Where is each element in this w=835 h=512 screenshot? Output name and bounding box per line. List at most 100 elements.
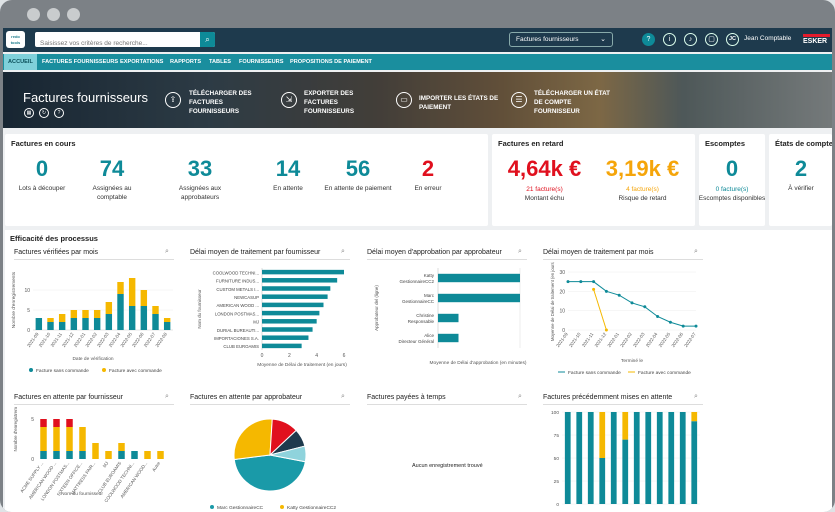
bar [262, 335, 309, 340]
window-dot[interactable] [47, 8, 60, 21]
bar [66, 419, 73, 427]
kpi-label: Montant échu [524, 194, 565, 202]
search-input[interactable] [35, 36, 200, 51]
bar [438, 293, 520, 303]
nav-accueil[interactable]: ACCUEIL [4, 54, 37, 70]
kpi-erreur[interactable]: 2 En erreur [393, 156, 463, 194]
export-icon[interactable]: ⇲ [281, 92, 297, 108]
kpi-en-attente[interactable]: 14 En attente [253, 156, 323, 194]
x-axis-label: Nom du fournisseur [61, 491, 103, 497]
action-export-invoices[interactable]: EXPORTER DES FACTURES FOURNISSEURS [304, 89, 354, 116]
bar [105, 314, 113, 330]
bar [262, 269, 344, 275]
divider [367, 404, 527, 405]
kpi-label: Assignées aux approbateurs [178, 185, 222, 201]
kpi-value: 3,19k € [605, 156, 680, 181]
y-tick-label: Alice [424, 333, 434, 338]
nav-rapports[interactable]: RAPPORTS [166, 54, 205, 70]
y-axis-label: Nombre d'enregistrements [11, 271, 17, 328]
kpi-comptable[interactable]: 74 Assignées au comptable [77, 156, 147, 202]
y-tick-label: CLUB EUROAMIS [223, 344, 259, 349]
series-line [593, 289, 607, 331]
bar [40, 451, 47, 459]
top-bar: redo tools ⌕ Factures fournisseurs⌄ ? i … [3, 28, 832, 52]
view-select[interactable]: Factures fournisseurs ⌄ [509, 32, 613, 47]
y-tick-label: Christine [416, 313, 434, 318]
y-tick-label: NEWCASUP [234, 295, 259, 300]
bar [79, 451, 86, 459]
divider [190, 404, 350, 405]
browser-frame: redo tools ⌕ Factures fournisseurs⌄ ? i … [0, 0, 835, 512]
y-tick-label: LONDON POSTMAS... [215, 311, 259, 316]
kpi-value: 33 [187, 156, 213, 181]
avatar[interactable]: JC [726, 33, 739, 46]
data-point [643, 305, 647, 309]
payment-icon[interactable]: ▭ [396, 92, 412, 108]
nav-propositions-paiement[interactable]: PROPOSITIONS DE PAIEMENT [286, 54, 376, 70]
kpi-paiement[interactable]: 56 En attente de paiement [323, 156, 393, 194]
y-tick-label: 100 [551, 410, 559, 416]
x-axis-label: Moyenne de Délai d'approbation (en minut… [430, 360, 527, 366]
app-logo[interactable]: redo tools [6, 31, 25, 48]
bar [66, 427, 73, 451]
zoom-icon[interactable]: ⌕ [341, 393, 345, 401]
y-tick-label: AMERICAN WOOD ... [217, 303, 260, 308]
browser-titlebar [0, 0, 835, 28]
help-icon[interactable]: ? [54, 108, 64, 118]
action-upload-invoices[interactable]: TÉLÉCHARGER DES FACTURES FOURNISSEURS [189, 89, 252, 116]
kpi-approbateurs[interactable]: 33 Assignées aux approbateurs [165, 156, 235, 202]
nav-factures-fournisseurs[interactable]: FACTURES FOURNISSEURS [38, 54, 122, 70]
bar [47, 322, 54, 330]
kpi-label: Assignées au comptable [92, 185, 132, 201]
zoom-icon[interactable]: ⌕ [518, 248, 522, 256]
bar [587, 412, 594, 504]
bar [40, 427, 47, 451]
user-name[interactable]: Jean Comptable [744, 35, 791, 42]
action-import-payments[interactable]: IMPORTER LES ÉTATS DE PAIEMENT [419, 94, 498, 112]
bell-icon[interactable]: ♪ [684, 33, 697, 46]
main-nav: ACCUEIL FACTURES FOURNISSEURS EXPORTATIO… [3, 54, 832, 70]
y-tick-label: IMPORTACIONES S.A. [214, 336, 259, 341]
zoom-icon[interactable]: ⌕ [694, 248, 698, 256]
action-upload-statement[interactable]: TÉLÉCHARGER UN ÉTAT DE COMPTE FOURNISSEUR [534, 89, 610, 116]
nav-fournisseurs[interactable]: FOURNISSEURS [235, 54, 287, 70]
data-point [681, 324, 685, 328]
bar [118, 451, 125, 459]
nav-tables[interactable]: TABLES [205, 54, 235, 70]
kpi-etats-compte: États de compte 2 À vérifier [769, 134, 832, 226]
info-icon[interactable]: i [663, 33, 676, 46]
legend-marker [29, 368, 33, 372]
bar [645, 412, 652, 504]
y-tick-label: Directeur Général [398, 339, 434, 344]
bar [82, 318, 89, 330]
bar [117, 294, 124, 330]
chart-icon[interactable]: ▦ [24, 108, 34, 118]
help-icon[interactable]: ? [642, 33, 655, 46]
lock-icon[interactable]: ▢ [705, 33, 718, 46]
bar [93, 310, 101, 318]
y-tick-label: 75 [554, 433, 560, 439]
zoom-icon[interactable]: ⌕ [694, 393, 698, 401]
window-dot[interactable] [27, 8, 40, 21]
search-icon[interactable]: ⌕ [200, 32, 215, 47]
refresh-icon[interactable]: ↻ [39, 108, 49, 118]
y-tick-label: 30 [559, 270, 565, 276]
upload-icon[interactable]: ⇪ [165, 92, 181, 108]
kpi-escomptes-value[interactable]: 0 0 facture(s) Escomptes disponibles [697, 156, 767, 203]
bar [438, 273, 520, 283]
zoom-icon[interactable]: ⌕ [165, 248, 169, 256]
zoom-icon[interactable]: ⌕ [165, 393, 169, 401]
bar [53, 419, 60, 427]
bar [58, 314, 66, 322]
zoom-icon[interactable]: ⌕ [518, 393, 522, 401]
nav-exportations[interactable]: EXPORTATIONS [116, 54, 167, 70]
kpi-lots[interactable]: 0 Lots à découper [7, 156, 77, 194]
window-dot[interactable] [67, 8, 80, 21]
chart-title: Factures vérifiées par mois [14, 249, 99, 256]
zoom-icon[interactable]: ⌕ [341, 248, 345, 256]
kpi-etats-value[interactable]: 2 À vérifier [766, 156, 832, 194]
pie-slice [233, 418, 273, 461]
kpi-montant-echu[interactable]: 4,64k € 21 facture(s) Montant échu [497, 156, 592, 203]
statement-icon[interactable]: ☰ [511, 92, 527, 108]
kpi-risque[interactable]: 3,19k € 4 facture(s) Risque de retard [595, 156, 690, 203]
